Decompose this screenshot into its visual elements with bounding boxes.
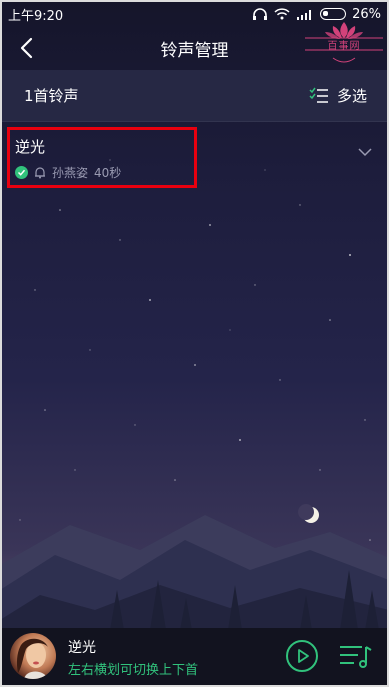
ringtone-list-item[interactable]: 逆光 孙燕姿 40秒: [2, 124, 387, 188]
player-swipe-hint: 左右横划可切换上下首: [68, 663, 199, 678]
ringtone-artist: 孙燕姿: [52, 166, 89, 180]
multi-select-button[interactable]: 多选: [309, 85, 367, 106]
wifi-icon: [274, 8, 290, 20]
player-song-title: 逆光: [68, 640, 96, 656]
checklist-icon: [309, 87, 328, 103]
page-title: 铃声管理: [160, 40, 229, 61]
ringtone-count-bar: 1首铃声 多选: [2, 70, 387, 122]
mountain-landscape: [0, 515, 389, 630]
ringtone-count: 1首铃声: [24, 87, 79, 105]
bell-icon: [35, 167, 45, 179]
play-icon: [298, 649, 309, 663]
multi-select-label: 多选: [336, 87, 367, 105]
playlist-icon[interactable]: [338, 641, 372, 671]
watermark-text: 百事网: [327, 41, 361, 52]
headphones-icon: [253, 8, 268, 20]
play-button[interactable]: [286, 640, 318, 672]
ringtone-duration: 40秒: [94, 166, 122, 180]
watermark-logo: 百事网: [303, 18, 385, 68]
back-button[interactable]: [16, 34, 40, 62]
chevron-down-icon[interactable]: [357, 146, 373, 158]
mini-player[interactable]: 逆光 左右横划可切换上下首: [2, 628, 387, 685]
status-time: 上午9:20: [8, 8, 64, 24]
check-circle-icon: [15, 166, 28, 179]
album-cover[interactable]: [10, 633, 56, 679]
ringtone-name: 逆光: [15, 138, 46, 156]
ringtone-meta: 孙燕姿 40秒: [15, 164, 121, 181]
